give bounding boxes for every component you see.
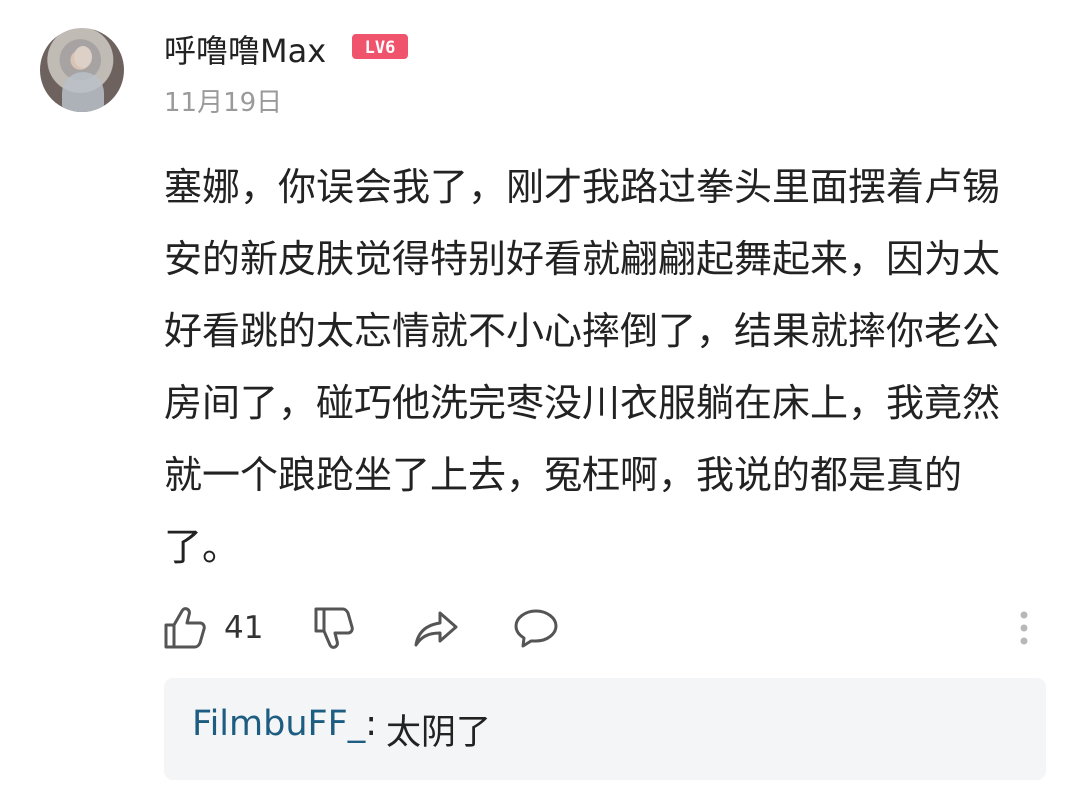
comment-line: 房间了，碰巧他洗完枣没川衣服躺在床上，我竟然 — [164, 381, 1001, 425]
comment-line: 了。 — [164, 525, 241, 569]
reply-button[interactable] — [512, 603, 560, 653]
comment-line: 就一个踉跄坐了上去，冤枉啊，我说的都是真的 — [164, 453, 963, 497]
comment-line: 安的新皮肤觉得特别好看就翩翩起舞起来，因为太 — [164, 237, 1001, 281]
username[interactable]: 呼噜噜Max — [164, 26, 326, 72]
level-badge: LV6 — [352, 34, 408, 59]
reply-separator: : — [365, 704, 378, 744]
reply-author[interactable]: FilmbuFF_: — [192, 704, 377, 744]
share-icon — [414, 611, 458, 647]
more-button[interactable] — [1012, 603, 1036, 653]
comment-actions: 41 — [162, 603, 1042, 653]
dislike-button[interactable] — [312, 603, 358, 653]
comment-body: 塞娜，你误会我了，刚才我路过拳头里面摆着卢锡 安的新皮肤觉得特别好看就翩翩起舞起… — [164, 151, 1054, 583]
like-count: 41 — [224, 610, 264, 646]
thumbs-down-icon — [314, 607, 354, 649]
like-button[interactable]: 41 — [162, 603, 263, 653]
more-vertical-icon — [1020, 611, 1028, 645]
avatar[interactable] — [40, 28, 124, 112]
thumbs-up-icon — [164, 607, 206, 649]
reply-author-name[interactable]: FilmbuFF_ — [192, 704, 365, 744]
comment-icon — [514, 609, 558, 648]
comment-date: 11月19日 — [164, 88, 283, 118]
comment-line: 好看跳的太忘情就不小心摔倒了，结果就摔你老公 — [164, 309, 1001, 353]
reply-text: 太阴了 — [386, 713, 492, 753]
reply-preview[interactable]: FilmbuFF_: 太阴了 — [164, 678, 1046, 780]
share-button[interactable] — [412, 603, 460, 653]
comment-line: 塞娜，你误会我了，刚才我路过拳头里面摆着卢锡 — [164, 165, 1001, 209]
